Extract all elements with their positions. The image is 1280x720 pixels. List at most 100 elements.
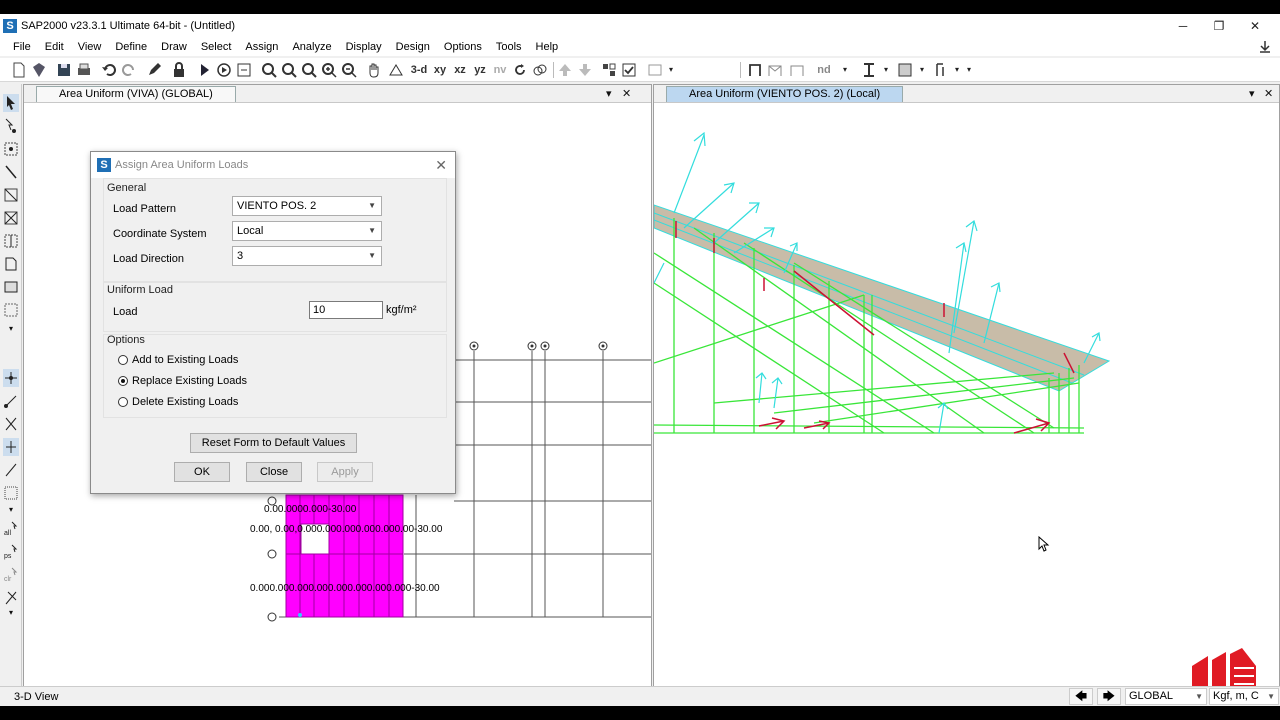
previous-select-icon[interactable]: ps	[3, 543, 19, 561]
checkbox-icon[interactable]	[620, 61, 638, 79]
load-pattern-select[interactable]: VIENTO POS. 2 ▼	[232, 196, 382, 216]
download-icon[interactable]	[1258, 40, 1272, 54]
move-up-icon[interactable]	[556, 61, 574, 79]
section-icon[interactable]	[860, 61, 878, 79]
draw-line-icon[interactable]	[3, 163, 19, 181]
view-xz-button[interactable]: xz	[449, 61, 471, 79]
menu-options[interactable]: Options	[437, 38, 489, 56]
coordinate-system-select[interactable]: Local ▼	[232, 221, 382, 241]
pan-hand-icon[interactable]	[365, 61, 383, 79]
rotate-icon[interactable]	[511, 61, 529, 79]
select-all-icon[interactable]: all	[3, 520, 19, 538]
perspective-icon[interactable]	[531, 61, 549, 79]
menu-define[interactable]: Define	[108, 38, 154, 56]
zoom-previous-icon[interactable]	[300, 61, 318, 79]
snap-lines-icon[interactable]	[3, 461, 19, 479]
snap-intersections-icon[interactable]	[3, 415, 19, 433]
left-pane-tab[interactable]: Area Uniform (VIVA) (GLOBAL)	[36, 86, 236, 102]
selected-joint[interactable]	[298, 613, 302, 617]
apply-button[interactable]: Apply	[317, 462, 373, 482]
area-dropdown-icon[interactable]: ▾	[913, 61, 931, 79]
restore-button[interactable]: ❐	[1201, 14, 1237, 38]
next-view-arrow-icon[interactable]: 🡆	[1097, 688, 1121, 705]
lock-icon[interactable]	[170, 61, 188, 79]
new-model-icon[interactable]	[10, 61, 28, 79]
add-to-existing-radio[interactable]	[118, 355, 128, 365]
dialog-close-icon[interactable]: ✕	[435, 157, 447, 174]
previous-view-arrow-icon[interactable]: 🡄	[1069, 688, 1093, 705]
snap-points-icon[interactable]	[3, 369, 19, 387]
redo-icon[interactable]	[120, 61, 138, 79]
pointer-icon[interactable]	[3, 94, 19, 112]
area-display-icon[interactable]	[896, 61, 914, 79]
replace-existing-label[interactable]: Replace Existing Loads	[132, 375, 247, 387]
quick-frame-icon[interactable]	[3, 186, 19, 204]
minimize-button[interactable]: ─	[1165, 14, 1201, 38]
load-direction-select[interactable]: 3 ▼	[232, 246, 382, 266]
left-pane-close-icon[interactable]: ✕	[622, 86, 631, 102]
view-yz-button[interactable]: yz	[469, 61, 491, 79]
run-analysis-icon[interactable]	[195, 61, 213, 79]
secondary-beam-icon[interactable]	[3, 232, 19, 250]
snap-grid-icon[interactable]	[3, 484, 19, 502]
quick-brace-icon[interactable]	[3, 209, 19, 227]
menu-display[interactable]: Display	[339, 38, 389, 56]
view-nv-button[interactable]: nv	[489, 61, 511, 79]
menu-select[interactable]: Select	[194, 38, 239, 56]
close-window-button[interactable]: ✕	[1237, 14, 1273, 38]
3d-view-canvas[interactable]	[654, 103, 1279, 699]
open-icon[interactable]	[30, 61, 48, 79]
right-pane-tab[interactable]: Area Uniform (VIENTO POS. 2) (Local)	[666, 86, 904, 102]
quick-area-icon[interactable]	[3, 301, 19, 319]
menu-assign[interactable]: Assign	[238, 38, 285, 56]
delete-existing-label[interactable]: Delete Existing Loads	[132, 396, 238, 408]
draw-more-dropdown-icon[interactable]: ▾	[3, 320, 19, 338]
close-button[interactable]: Close	[246, 462, 302, 482]
undo-icon[interactable]	[100, 61, 118, 79]
reset-form-button[interactable]: Reset Form to Default Values	[190, 433, 357, 453]
menu-edit[interactable]: Edit	[38, 38, 71, 56]
zoom-window-icon[interactable]	[260, 61, 278, 79]
draw-brace-icon[interactable]	[766, 61, 784, 79]
move-down-icon[interactable]	[576, 61, 594, 79]
right-view-pane[interactable]: Area Uniform (VIENTO POS. 2) (Local) ▾ ✕	[653, 84, 1280, 700]
view-3d-button[interactable]: 3-d	[408, 61, 430, 79]
units-select[interactable]: Kgf, m, C ▼	[1209, 688, 1279, 705]
add-to-existing-label[interactable]: Add to Existing Loads	[132, 354, 238, 366]
draw-joint-icon[interactable]	[3, 140, 19, 158]
menu-draw[interactable]: Draw	[154, 38, 194, 56]
right-pane-close-icon[interactable]: ✕	[1264, 86, 1273, 102]
menu-view[interactable]: View	[71, 38, 109, 56]
nd-button[interactable]: nd	[813, 61, 835, 79]
snap-perpendicular-icon[interactable]	[3, 438, 19, 456]
graphics-dropdown-icon[interactable]: ▾	[662, 61, 680, 79]
zoom-full-icon[interactable]	[280, 61, 298, 79]
draw-secondary-icon[interactable]	[788, 61, 806, 79]
coordinate-system-status-select[interactable]: GLOBAL ▼	[1125, 688, 1207, 705]
delete-existing-radio[interactable]	[118, 397, 128, 407]
left-pane-dropdown-icon[interactable]: ▾	[606, 86, 612, 102]
more-dropdown-icon[interactable]: ▾	[960, 61, 978, 79]
draw-rect-area-icon[interactable]	[3, 278, 19, 296]
save-icon[interactable]	[55, 61, 73, 79]
zoom-in-icon[interactable]	[320, 61, 338, 79]
zoom-out-icon[interactable]	[340, 61, 358, 79]
menu-design[interactable]: Design	[389, 38, 437, 56]
menu-file[interactable]: File	[0, 38, 38, 56]
menu-analyze[interactable]: Analyze	[285, 38, 338, 56]
draw-poly-area-icon[interactable]	[3, 255, 19, 273]
snap-more-dropdown-icon[interactable]: ▾	[3, 501, 19, 519]
nd-dropdown-icon[interactable]: ▾	[836, 61, 854, 79]
draw-frame-icon[interactable]	[746, 61, 764, 79]
set-display-icon[interactable]	[600, 61, 618, 79]
section-dropdown-icon[interactable]: ▾	[877, 61, 895, 79]
reshape-icon[interactable]	[3, 117, 19, 135]
print-icon[interactable]	[75, 61, 93, 79]
view-xy-button[interactable]: xy	[429, 61, 451, 79]
ok-button[interactable]: OK	[174, 462, 230, 482]
menu-tools[interactable]: Tools	[489, 38, 529, 56]
run-now-icon[interactable]	[215, 61, 233, 79]
roof-slab[interactable]	[654, 204, 1111, 392]
snap-ends-icon[interactable]	[3, 392, 19, 410]
clear-select-icon[interactable]: clr	[3, 566, 19, 584]
